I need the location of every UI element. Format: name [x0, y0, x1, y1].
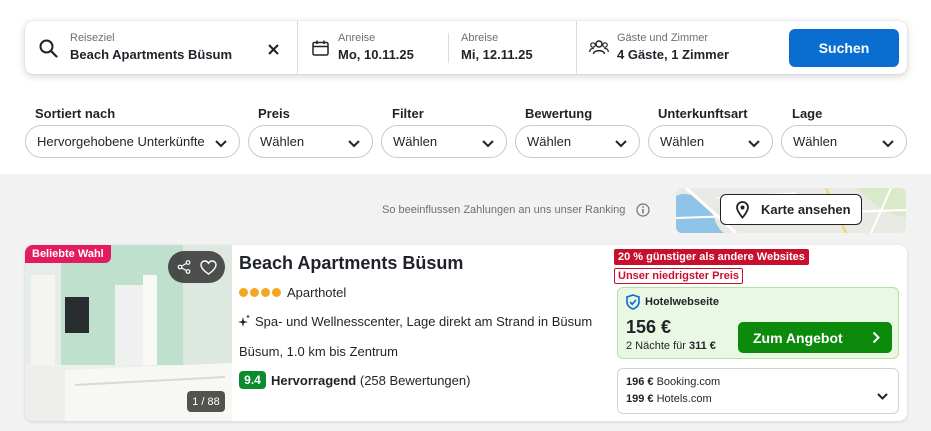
checkout-value[interactable]: Mi, 12.11.25: [461, 47, 533, 62]
price-select[interactable]: Wählen: [248, 125, 373, 158]
star-icon: [261, 288, 270, 297]
rating-select[interactable]: Wählen: [515, 125, 640, 158]
close-icon[interactable]: [268, 42, 279, 60]
type-select[interactable]: Wählen: [648, 125, 773, 158]
type-select-value: Wählen: [660, 134, 705, 149]
chevron-down-icon: [882, 136, 894, 151]
map-button[interactable]: Karte ansehen: [720, 194, 862, 225]
lowest-price-badge: Unser niedrigster Preis: [614, 268, 744, 284]
calendar-icon: [312, 40, 329, 61]
star-icon: [250, 288, 259, 297]
checkin-label: Anreise: [338, 32, 376, 44]
share-icon[interactable]: [177, 260, 191, 279]
chevron-down-icon: [615, 136, 627, 151]
filter-label-location: Lage: [792, 106, 823, 121]
checkin-field[interactable]: Anreise Mo, 10.11.25: [298, 21, 448, 74]
info-icon[interactable]: [636, 203, 650, 222]
search-icon: [39, 39, 58, 63]
nights-text: 2 Nächte für: [626, 340, 686, 352]
other-offer-price: 196 €: [626, 376, 654, 388]
chevron-down-icon[interactable]: [877, 387, 888, 405]
hotel-name[interactable]: Beach Apartments Büsum: [239, 253, 463, 274]
star-icon: [239, 288, 248, 297]
filter-select-value: Wählen: [393, 134, 438, 149]
star-rating: [239, 288, 281, 297]
other-offers[interactable]: 196 € Booking.com 199 € Hotels.com: [617, 368, 899, 414]
deal-button[interactable]: Zum Angebot: [738, 322, 892, 353]
filter-label-type: Unterkunftsart: [658, 106, 748, 121]
sort-select[interactable]: Hervorgehobene Unterkünfte: [25, 125, 240, 158]
guests-icon: [589, 39, 609, 60]
guests-field[interactable]: Gäste und Zimmer 4 Gäste, 1 Zimmer: [577, 21, 783, 74]
photo-counter: 1 / 88: [187, 391, 225, 412]
checkin-value[interactable]: Mo, 10.11.25: [338, 47, 414, 62]
total-price: 311 €: [688, 340, 716, 352]
filter-label-rating: Bewertung: [525, 106, 593, 121]
hotel-features: Spa- und Wellnesscenter, Lage direkt am …: [255, 314, 593, 329]
best-offer[interactable]: Hotelwebseite 156 € 2 Nächte für 311 € Z…: [617, 287, 899, 359]
location-select-value: Wählen: [793, 134, 838, 149]
sparkle-icon: [238, 314, 250, 333]
checkout-label: Abreise: [461, 32, 499, 44]
hotel-card[interactable]: Beliebte Wahl 1 / 88 Beach Apartments Bü…: [25, 245, 907, 421]
chevron-down-icon: [482, 136, 494, 151]
offer-site: Hotelwebseite: [645, 296, 719, 308]
sort-select-value: Hervorgehobene Unterkünfte: [37, 134, 205, 149]
other-offer-site: Booking.com: [656, 376, 721, 388]
location-select[interactable]: Wählen: [781, 125, 907, 158]
chevron-right-icon: [872, 331, 880, 347]
chevron-down-icon: [215, 136, 227, 151]
search-button[interactable]: Suchen: [789, 29, 899, 67]
map-button-label: Karte ansehen: [761, 202, 851, 217]
hotel-type: Aparthotel: [287, 285, 347, 300]
destination-field[interactable]: Reiseziel Beach Apartments Büsum: [25, 21, 297, 74]
star-icon: [272, 288, 281, 297]
destination-value[interactable]: Beach Apartments Büsum: [70, 47, 232, 62]
filter-label-sort: Sortiert nach: [35, 106, 116, 121]
filter-label-price: Preis: [258, 106, 290, 121]
rating-word: Hervorragend: [271, 373, 357, 388]
other-offer-site: Hotels.com: [656, 393, 712, 405]
destination-label: Reiseziel: [70, 32, 115, 44]
deal-badge: 20 % günstiger als andere Websites: [614, 249, 809, 265]
popular-badge: Beliebte Wahl: [25, 245, 111, 263]
other-offer-row: 196 € Booking.com: [626, 376, 720, 388]
checkout-field[interactable]: Abreise Mi, 12.11.25: [449, 21, 576, 74]
rating-select-value: Wählen: [527, 134, 572, 149]
guests-label: Gäste und Zimmer: [617, 32, 709, 44]
rating-count: (258 Bewertungen): [359, 373, 471, 388]
score-badge: 9.4: [239, 371, 266, 389]
deal-button-label: Zum Angebot: [753, 329, 843, 346]
guests-value[interactable]: 4 Gäste, 1 Zimmer: [617, 47, 729, 62]
heart-icon[interactable]: [200, 260, 217, 280]
hotel-location: Büsum, 1.0 km bis Zentrum: [239, 344, 398, 359]
offer-price: 156 €: [626, 317, 672, 337]
chevron-down-icon: [748, 136, 760, 151]
photo-actions: [168, 251, 225, 283]
other-offer-row: 199 € Hotels.com: [626, 393, 712, 405]
price-select-value: Wählen: [260, 134, 305, 149]
hotel-photo[interactable]: Beliebte Wahl 1 / 88: [25, 245, 232, 421]
filter-select[interactable]: Wählen: [381, 125, 507, 158]
ranking-note[interactable]: So beeinflussen Zahlungen an uns unser R…: [382, 204, 625, 216]
shield-check-icon: [626, 294, 640, 315]
rating-summary[interactable]: Hervorragend (258 Bewertungen): [271, 373, 470, 388]
other-offer-price: 199 €: [626, 393, 654, 405]
nights-total: 2 Nächte für 311 €: [626, 340, 716, 352]
search-bar: Reiseziel Beach Apartments Büsum Anreise…: [25, 21, 907, 74]
map-pin-icon: [736, 201, 749, 222]
chevron-down-icon: [348, 136, 360, 151]
filter-label-filter: Filter: [392, 106, 424, 121]
